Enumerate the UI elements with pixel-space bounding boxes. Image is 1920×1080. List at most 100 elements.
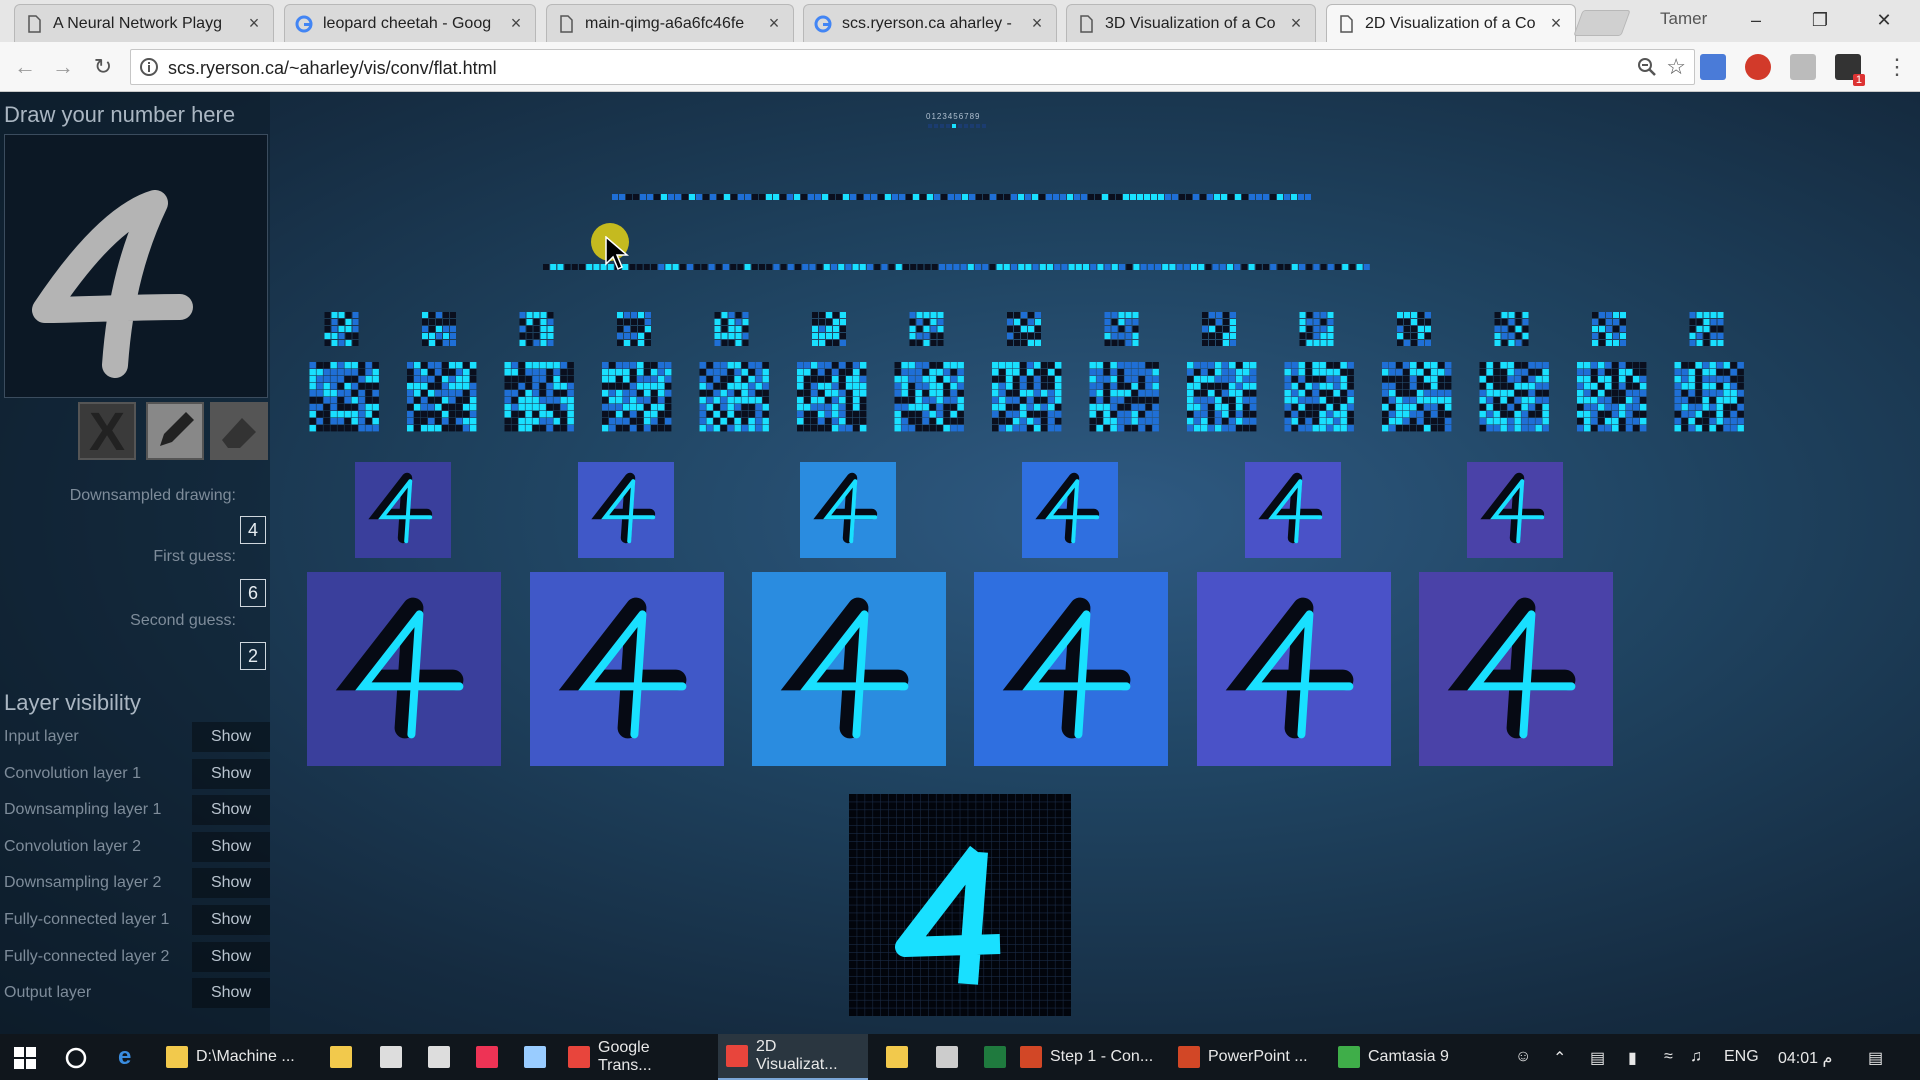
restore-icon[interactable]: ❐: [1800, 6, 1840, 34]
folder-icon: [166, 1046, 188, 1068]
layer-visibility-title: Layer visibility: [4, 690, 141, 715]
firefox-icon[interactable]: [468, 1034, 514, 1080]
taskbar-app-label: Camtasia 9: [1368, 1048, 1449, 1065]
extension-icon[interactable]: [1790, 54, 1816, 80]
notifications-icon[interactable]: ▤: [1868, 1048, 1883, 1068]
second-guess-value: 2: [240, 642, 266, 670]
fc1-neuron: [823, 264, 830, 270]
profile-name[interactable]: Tamer: [1660, 9, 1707, 29]
show-layer-button[interactable]: Show: [192, 941, 270, 972]
windows-start-icon[interactable]: [14, 1047, 36, 1069]
extension-badge-icon[interactable]: 1: [1835, 54, 1865, 86]
fc2-neuron: [983, 194, 989, 200]
people-icon[interactable]: ☺: [1515, 1048, 1531, 1066]
show-layer-button[interactable]: Show: [192, 758, 270, 789]
pencil-button[interactable]: [146, 402, 204, 460]
tab-close-icon[interactable]: ×: [1028, 13, 1046, 34]
notepad-icon[interactable]: [516, 1034, 562, 1080]
info-icon[interactable]: [139, 57, 159, 77]
fc1-neuron: [1320, 264, 1327, 270]
show-layer-button[interactable]: Show: [192, 722, 270, 752]
drawing-canvas[interactable]: [4, 134, 268, 398]
fc2-neuron: [675, 194, 681, 200]
taskbar-app[interactable]: D:\Machine ...: [158, 1034, 308, 1080]
taskbar-app[interactable]: PowerPoint ...: [1170, 1034, 1320, 1080]
tab-close-icon[interactable]: ×: [1547, 13, 1565, 34]
layer-name: Convolution layer 2: [4, 837, 141, 855]
taskbar-app[interactable]: Google Trans...: [560, 1034, 710, 1080]
fc2-neuron: [1130, 194, 1136, 200]
wifi-icon[interactable]: ≈: [1664, 1048, 1673, 1066]
fc1-neuron: [1104, 264, 1111, 270]
chrome-icon: [726, 1045, 748, 1067]
reload-icon[interactable]: ↻: [88, 52, 118, 82]
cortana-icon[interactable]: [64, 1046, 88, 1070]
edge-icon[interactable]: e: [118, 1045, 142, 1070]
fc2-neuron: [906, 194, 912, 200]
convolution-2-map: [309, 362, 379, 432]
tab-close-icon[interactable]: ×: [245, 13, 263, 34]
bookmark-star-icon[interactable]: ☆: [1666, 54, 1686, 80]
settings-brightness-icon[interactable]: [322, 1034, 368, 1080]
menu-icon[interactable]: ⋮: [1882, 52, 1912, 82]
battery-icon[interactable]: ▮: [1628, 1048, 1637, 1068]
show-layer-button[interactable]: Show: [192, 868, 270, 899]
convolution-2-map: [1284, 362, 1354, 432]
settings-icon[interactable]: [928, 1034, 974, 1080]
tab-close-icon[interactable]: ×: [507, 13, 525, 34]
fc1-neuron: [1191, 264, 1197, 270]
fc1-neuron: [730, 264, 737, 270]
layer-visibility-row: Downsampling layer 1 Show: [4, 795, 270, 826]
fc1-neuron: [543, 264, 549, 270]
fc1-neuron: [831, 264, 837, 270]
fc2-neuron: [1102, 194, 1108, 200]
back-icon[interactable]: ←: [10, 52, 40, 82]
tab-close-icon[interactable]: ×: [1287, 13, 1305, 34]
fc1-neuron: [838, 264, 845, 270]
zoom-icon[interactable]: [1636, 56, 1658, 78]
browser-tab[interactable]: 2D Visualization of a Co ×: [1326, 4, 1576, 42]
minimize-icon[interactable]: –: [1736, 6, 1776, 34]
taskbar-app[interactable]: Step 1 - Con...: [1012, 1034, 1162, 1080]
downsampling-2-map: [617, 312, 651, 346]
show-layer-button[interactable]: Show: [192, 905, 270, 935]
forward-icon[interactable]: →: [48, 52, 78, 82]
show-layer-button[interactable]: Show: [192, 795, 270, 826]
alarm-icon[interactable]: [372, 1034, 418, 1080]
fc2-neuron: [934, 194, 940, 200]
language-indicator[interactable]: ENG: [1724, 1048, 1759, 1066]
eraser-button[interactable]: [210, 402, 268, 460]
fc1-neuron: [1176, 264, 1183, 270]
browser-tab[interactable]: 3D Visualization of a Co ×: [1066, 4, 1316, 42]
calculator-icon[interactable]: [420, 1034, 466, 1080]
close-window-icon[interactable]: ✕: [1864, 6, 1904, 34]
fc2-neuron: [1200, 194, 1206, 200]
browser-tab[interactable]: A Neural Network Playg ×: [14, 4, 274, 42]
fc1-neuron: [715, 264, 722, 270]
show-hidden-icons[interactable]: ⌃: [1553, 1048, 1566, 1068]
browser-tab[interactable]: scs.ryerson.ca aharley - ×: [803, 4, 1057, 42]
clock[interactable]: 04:01 م: [1778, 1048, 1832, 1068]
fc1-neuron: [1075, 264, 1082, 270]
fc2-neuron: [724, 194, 730, 200]
taskbar-app[interactable]: Camtasia 9: [1330, 1034, 1480, 1080]
address-bar[interactable]: scs.ryerson.ca/~aharley/vis/conv/flat.ht…: [130, 49, 1695, 85]
volume-icon[interactable]: ♫: [1690, 1048, 1702, 1066]
show-layer-button[interactable]: Show: [192, 978, 270, 1009]
fc1-neuron: [1133, 264, 1140, 270]
opera-extension-icon[interactable]: [1745, 54, 1771, 80]
browser-tab[interactable]: main-qimg-a6a6fc46fe ×: [546, 4, 794, 42]
browser-tab[interactable]: leopard cheetah - Goog ×: [284, 4, 536, 42]
taskbar-app[interactable]: 2D Visualizat...: [718, 1034, 868, 1080]
url-text[interactable]: scs.ryerson.ca/~aharley/vis/conv/flat.ht…: [168, 58, 497, 79]
fc1-neuron: [1277, 264, 1284, 270]
translate-extension-icon[interactable]: [1700, 54, 1726, 80]
taskbar-app-label: 2D Visualizat...: [756, 1038, 838, 1073]
new-tab-button[interactable]: [1573, 10, 1631, 36]
network-icon[interactable]: ▤: [1590, 1048, 1605, 1068]
sticky-notes-icon[interactable]: [878, 1034, 924, 1080]
clear-button[interactable]: X: [78, 402, 136, 460]
fc1-neuron: [1205, 264, 1212, 270]
tab-close-icon[interactable]: ×: [765, 13, 783, 34]
show-layer-button[interactable]: Show: [192, 831, 270, 862]
